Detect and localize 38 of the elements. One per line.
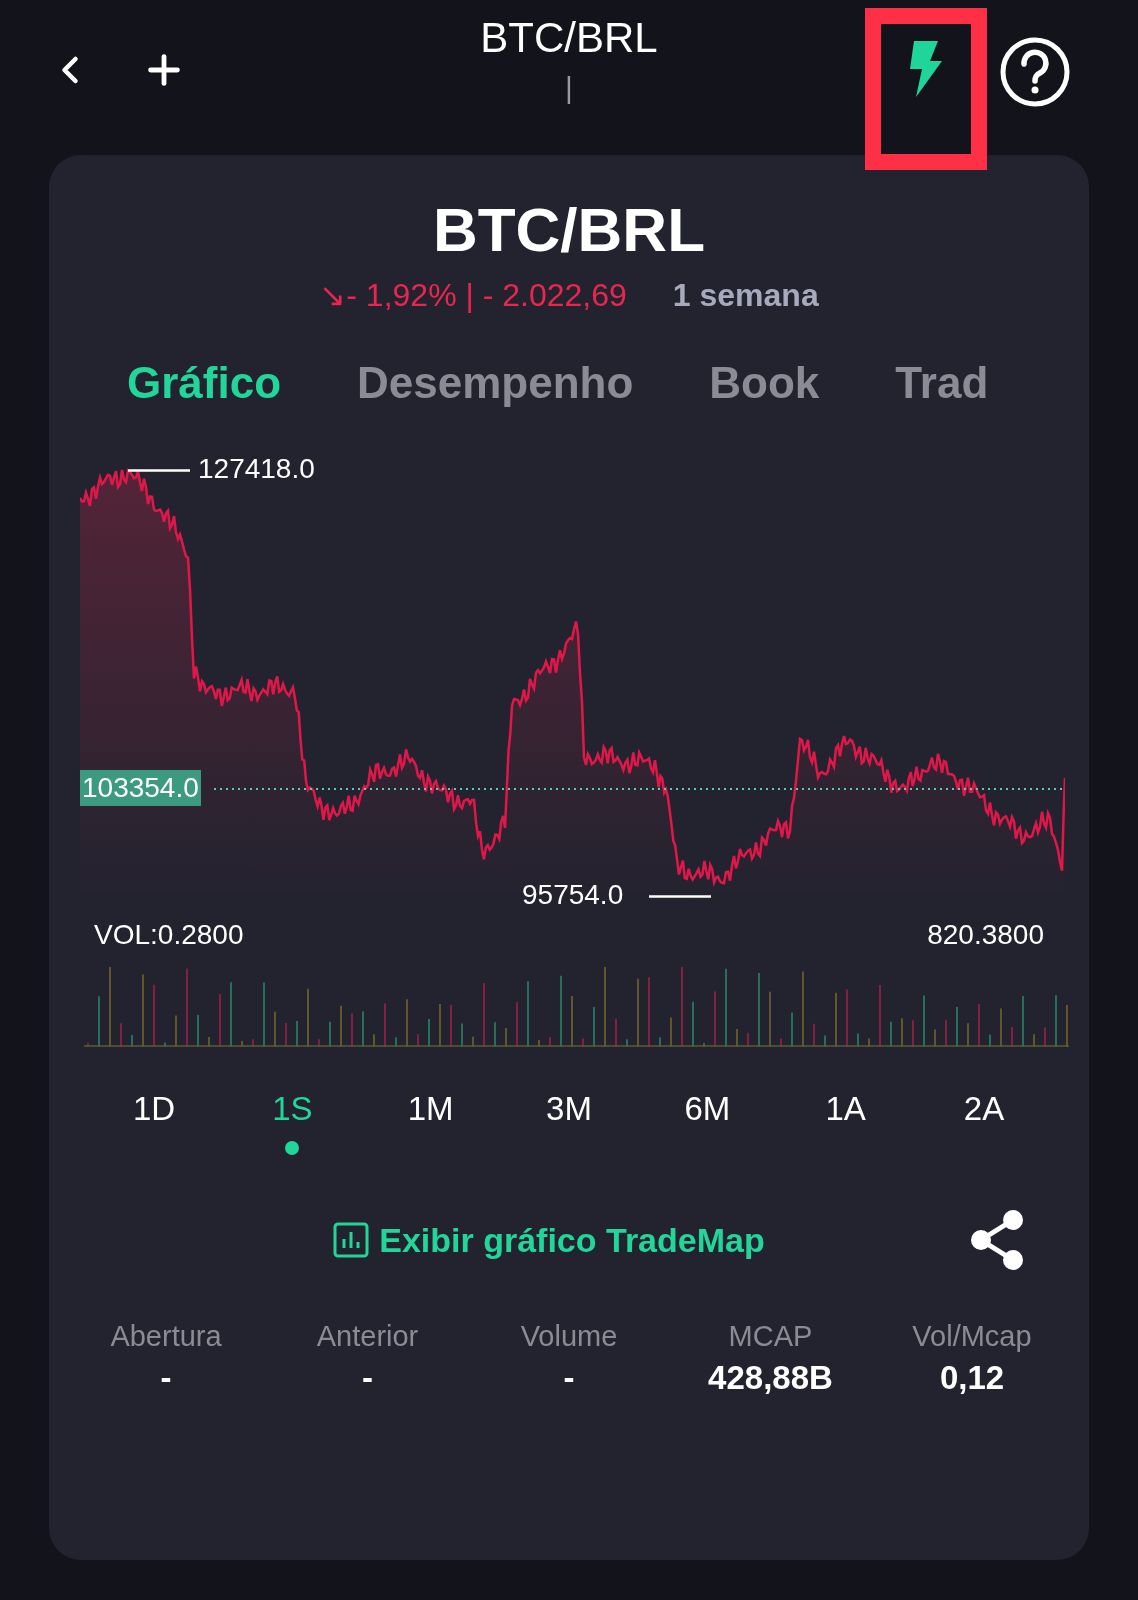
stat-value: - <box>563 1358 575 1398</box>
stat-label: Vol/Mcap <box>912 1319 1032 1354</box>
help-icon <box>999 36 1071 108</box>
bar-chart-icon <box>333 1222 370 1258</box>
period-button[interactable]: 2A <box>938 1087 1029 1167</box>
period-button[interactable]: 1M <box>385 1087 476 1167</box>
stat-value: 0,12 <box>939 1358 1005 1398</box>
period-button[interactable]: 3M <box>524 1087 614 1167</box>
help-button[interactable] <box>998 35 1072 109</box>
min-price-label: 95754.0 <box>522 878 624 912</box>
max-price-label: 127418.0 <box>198 452 315 486</box>
header-subtitle: | <box>565 70 573 106</box>
stat-label: MCAP <box>728 1319 813 1354</box>
period-button[interactable]: 1S <box>247 1087 338 1167</box>
tab[interactable]: Desempenho <box>357 355 634 411</box>
stat-value: - <box>362 1358 373 1398</box>
tab[interactable]: Gráfico <box>127 355 282 411</box>
header-title: BTC/BRL <box>480 13 658 63</box>
pair-title: BTC/BRL <box>432 194 706 266</box>
period-label: 1 semana <box>672 276 819 315</box>
stat-label: Anterior <box>316 1319 419 1354</box>
tab[interactable]: Trad <box>895 355 989 411</box>
period-button[interactable]: 1D <box>109 1087 199 1167</box>
trademap-chart-link[interactable]: Exibir gráfico TradeMap <box>333 1218 765 1262</box>
tab[interactable]: Book <box>709 355 820 411</box>
volume-label: VOL:0.2800 <box>94 918 244 952</box>
leader-line <box>128 469 190 472</box>
last-price-label: 103354.0 <box>80 770 201 806</box>
period-button[interactable]: 1A <box>800 1087 891 1167</box>
stat-value: - <box>160 1358 172 1398</box>
period-button[interactable]: 6M <box>662 1087 753 1167</box>
lightning-icon <box>908 41 942 97</box>
price-change: ↘- 1,92% | - 2.022,69 <box>319 276 627 315</box>
leader-line <box>649 895 711 898</box>
stat-value: 428,88B <box>708 1358 833 1398</box>
volume-max-label: 820.3800 <box>927 918 1044 952</box>
stat-label: Abertura <box>110 1319 222 1354</box>
stat-label: Volume <box>520 1319 618 1354</box>
